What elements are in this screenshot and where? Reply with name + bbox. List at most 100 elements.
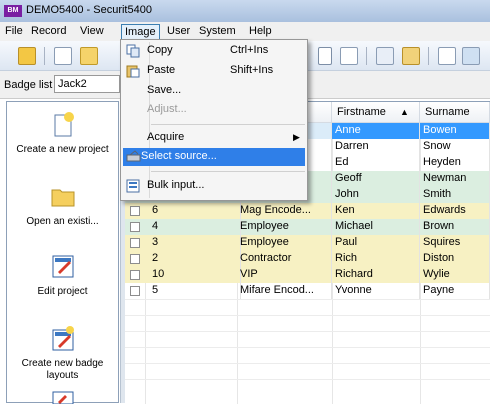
- menu-file[interactable]: File: [2, 24, 26, 40]
- dropdown-icon[interactable]: [318, 47, 332, 65]
- submenu-arrow-icon: ▶: [293, 132, 300, 142]
- cell-last[interactable]: Snow: [420, 139, 490, 155]
- sidebar-item-label: Create new badge layouts: [21, 358, 104, 381]
- menu-item-label: Acquire: [147, 131, 185, 143]
- cell-id[interactable]: 4: [149, 219, 241, 235]
- cell-last[interactable]: Diston: [420, 251, 490, 267]
- menu-item-acquire[interactable]: Acquire ▶: [123, 129, 305, 147]
- menu-item-label: Save...: [147, 84, 182, 96]
- cell-id[interactable]: 5: [149, 283, 241, 299]
- cell-last[interactable]: Payne: [420, 283, 490, 299]
- cell-type[interactable]: Contractor: [237, 251, 332, 267]
- cell-type[interactable]: VIP: [237, 267, 332, 283]
- cell-first[interactable]: Ken: [332, 203, 420, 219]
- table-row[interactable]: 4 Employee Michael Brown: [125, 219, 490, 235]
- open-folder-icon[interactable]: [80, 47, 98, 65]
- menu-record[interactable]: Record: [28, 24, 69, 40]
- new-icon[interactable]: [54, 47, 72, 65]
- menu-view[interactable]: View: [77, 24, 107, 40]
- table-row[interactable]: 2 Contractor Rich Diston: [125, 251, 490, 267]
- cell-last[interactable]: Newman: [420, 171, 490, 187]
- table-row[interactable]: 6 Mag Encode... Ken Edwards: [125, 203, 490, 219]
- cell-first[interactable]: Rich: [332, 251, 420, 267]
- menu-help[interactable]: Help: [246, 24, 275, 40]
- column-header-firstname[interactable]: Firstname ▲: [332, 102, 420, 123]
- new-document-icon: [49, 110, 77, 138]
- menu-item-label: Bulk input...: [147, 179, 205, 191]
- sidebar-item-create-project[interactable]: Create a new project: [7, 110, 118, 156]
- cell-first[interactable]: John: [332, 187, 420, 203]
- paste-icon[interactable]: [402, 47, 420, 65]
- menu-item-shortcut: Shift+Ins: [230, 64, 274, 76]
- sidebar-item-label: Open an existi...: [26, 216, 99, 227]
- cell-last[interactable]: Wylie: [420, 267, 490, 283]
- sidebar-item-next[interactable]: [7, 388, 118, 416]
- sidebar-item-create-badge-layouts[interactable]: Create new badge layouts: [7, 324, 118, 382]
- cell-last[interactable]: Squires: [420, 235, 490, 251]
- cell-id[interactable]: 2: [149, 251, 241, 267]
- badge-list-label: Badge list: [4, 79, 53, 91]
- menu-image[interactable]: Image: [121, 24, 160, 40]
- cell-type[interactable]: Employee: [237, 219, 332, 235]
- cell-last[interactable]: Heyden: [420, 155, 490, 171]
- cell-first[interactable]: Anne: [332, 123, 420, 139]
- menu-item-paste[interactable]: Paste Shift+Ins: [123, 62, 305, 80]
- paste-icon: [126, 64, 140, 78]
- cell-first[interactable]: Geoff: [332, 171, 420, 187]
- task-sidebar: Create a new project Open an existi... E…: [6, 101, 119, 405]
- edit-document-icon: [49, 252, 77, 280]
- table-row[interactable]: 3 Employee Paul Squires: [125, 235, 490, 251]
- table-row[interactable]: 5 Mifare Encod... Yvonne Payne: [125, 283, 490, 299]
- cell-id[interactable]: 10: [149, 267, 241, 283]
- cell-first[interactable]: Michael: [332, 219, 420, 235]
- menu-separator: [151, 171, 305, 172]
- cell-id[interactable]: 6: [149, 203, 241, 219]
- menu-item-label: Adjust...: [147, 103, 187, 115]
- print-icon[interactable]: [340, 47, 358, 65]
- cell-first[interactable]: Richard: [332, 267, 420, 283]
- menu-item-select-source[interactable]: Select source...: [123, 148, 305, 166]
- cell-id[interactable]: 3: [149, 235, 241, 251]
- cell-type[interactable]: Mag Encode...: [237, 203, 332, 219]
- grid-row-line: [125, 379, 490, 380]
- cell-last[interactable]: Brown: [420, 219, 490, 235]
- row-checkbox[interactable]: [130, 254, 140, 264]
- tools-icon[interactable]: [462, 47, 480, 65]
- toolbar-separator: [44, 47, 45, 65]
- menu-item-copy[interactable]: Copy Ctrl+Ins: [123, 42, 305, 60]
- cell-first[interactable]: Ed: [332, 155, 420, 171]
- cell-type[interactable]: Employee: [237, 235, 332, 251]
- menu-item-save[interactable]: Save...: [123, 82, 305, 100]
- menu-item-label: Paste: [147, 64, 176, 76]
- copy-icon[interactable]: [376, 47, 394, 65]
- sidebar-item-open-project[interactable]: Open an existi...: [7, 182, 118, 228]
- sidebar-item-edit-project[interactable]: Edit project: [7, 252, 118, 298]
- menu-item-bulk-input[interactable]: Bulk input...: [123, 177, 305, 195]
- toolbar-separator: [366, 47, 367, 65]
- row-checkbox[interactable]: [130, 238, 140, 248]
- row-checkbox[interactable]: [130, 222, 140, 232]
- cell-first[interactable]: Paul: [332, 235, 420, 251]
- app-logo-icon: BM: [4, 5, 22, 17]
- folder-icon: [49, 182, 77, 210]
- menu-system[interactable]: System: [196, 24, 239, 40]
- row-checkbox[interactable]: [130, 286, 140, 296]
- cell-last[interactable]: Bowen: [420, 123, 490, 139]
- column-header-surname[interactable]: Surname: [420, 102, 490, 123]
- row-checkbox[interactable]: [130, 206, 140, 216]
- menu-user[interactable]: User: [164, 24, 193, 40]
- badge-list-field[interactable]: Jack2: [54, 75, 120, 93]
- cell-last[interactable]: Smith: [420, 187, 490, 203]
- column-header-label: Surname: [425, 106, 470, 118]
- row-checkbox[interactable]: [130, 270, 140, 280]
- cell-type[interactable]: Mifare Encod...: [237, 283, 332, 299]
- wizard-icon[interactable]: [18, 47, 36, 65]
- card-icon[interactable]: [438, 47, 456, 65]
- cell-first[interactable]: Darren: [332, 139, 420, 155]
- cell-last[interactable]: Edwards: [420, 203, 490, 219]
- sort-ascending-icon: ▲: [400, 107, 409, 117]
- menu-item-shortcut: Ctrl+Ins: [230, 44, 269, 56]
- grid-row-line: [125, 299, 490, 300]
- table-row[interactable]: 10 VIP Richard Wylie: [125, 267, 490, 283]
- cell-first[interactable]: Yvonne: [332, 283, 420, 299]
